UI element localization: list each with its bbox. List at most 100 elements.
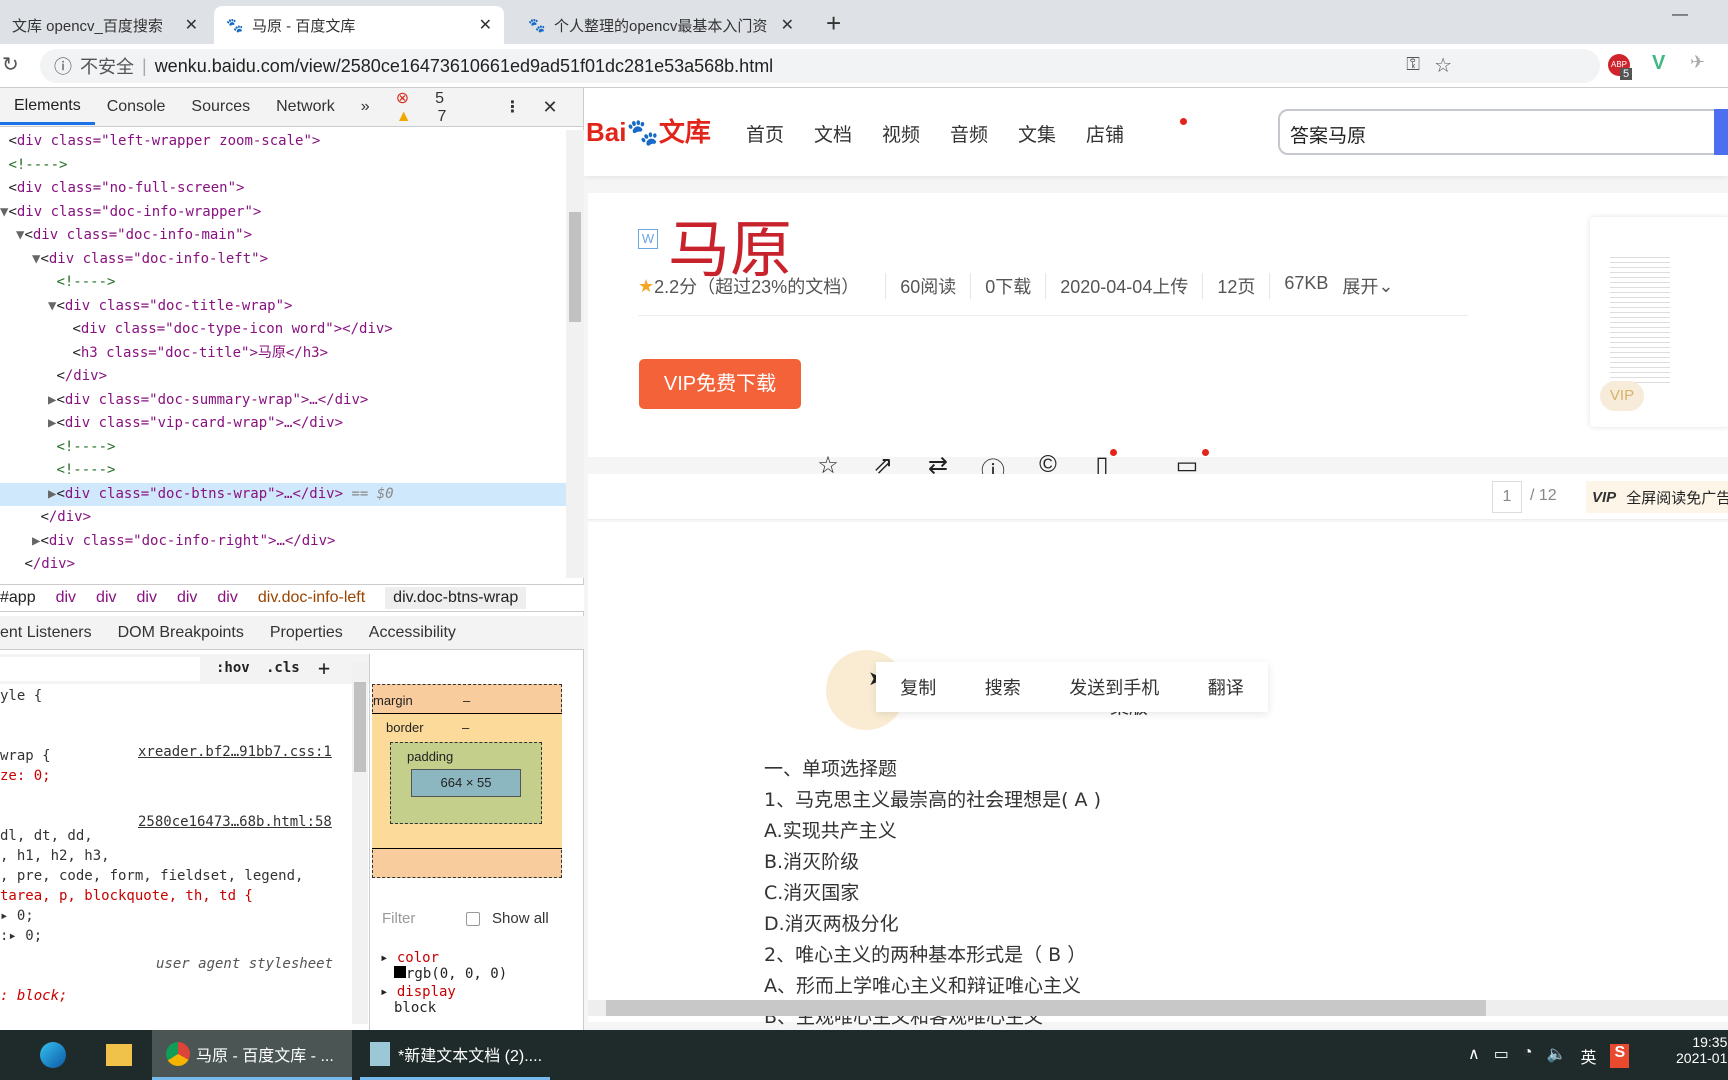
dom-node[interactable]: ▼<div class="doc-info-main"> [0,224,566,248]
style-line[interactable] [0,788,369,808]
devtools-menu-icon[interactable]: ⋮ [504,97,520,117]
baidu-wenku-logo[interactable]: Bai🐾文库 [586,112,711,149]
style-line[interactable]: ▸ 0; [0,908,369,928]
styles-scrollbar[interactable] [352,662,368,1024]
style-line[interactable]: yle { [0,688,369,708]
stylesheet-link[interactable]: xreader.bf2…91bb7.css:1 [138,744,332,760]
computed-filter-input[interactable]: Filter [382,910,415,927]
breadcrumb-item[interactable]: div.doc-info-left [258,589,365,607]
nav-item[interactable]: 店铺 [1086,120,1124,147]
dom-node[interactable]: ▶<div class="doc-summary-wrap">…</div> [0,389,566,413]
breadcrumb-item[interactable]: div [56,589,76,607]
nav-item[interactable]: 文集 [1018,120,1056,147]
dom-node[interactable]: ▶<div class="doc-btns-wrap">…</div> == $… [0,482,566,506]
stylesheet-link[interactable]: 2580ce16473…68b.html:58 [138,814,332,830]
computed-prop[interactable]: display [397,984,456,1000]
nav-item[interactable]: 文档 [814,120,852,147]
breadcrumb-item[interactable]: div [177,589,197,607]
bookmark-star-icon[interactable]: ☆ [1434,53,1452,78]
browser-tab[interactable]: 🐾 个人整理的opencv最基本入门资 ✕ [516,6,806,44]
breadcrumb-item[interactable]: div.doc-btns-wrap [385,587,527,609]
computed-prop[interactable]: color [397,950,439,966]
more-tabs-button[interactable]: » [361,98,370,116]
sogou-icon[interactable]: S [1610,1044,1630,1068]
dom-node[interactable]: </div> [0,553,566,577]
tab-console[interactable]: Console [107,98,166,116]
error-count[interactable]: 5 [435,90,444,107]
close-tab-icon[interactable]: ✕ [479,15,492,35]
search-button[interactable] [1714,109,1728,155]
dom-node[interactable]: </div> [0,506,566,530]
dom-node[interactable]: <div class="no-full-screen"> [0,177,566,201]
volume-icon[interactable]: 🔈 [1547,1044,1567,1068]
key-icon[interactable]: ⚿ [1406,54,1420,75]
vip-read-button[interactable]: VIP 全屏阅读免广告 [1586,481,1728,513]
browser-tab[interactable]: 文库 opencv_百度搜索 ✕ [0,6,210,44]
styles-filter-input[interactable] [0,657,200,681]
url-text[interactable]: wenku.baidu.com/view/2580ce16473610661ed… [155,56,774,77]
new-tab-button[interactable]: + [826,8,841,39]
dom-node[interactable]: ▼<div class="doc-info-left"> [0,248,566,272]
breadcrumb-item[interactable]: div [96,589,116,607]
dom-node[interactable]: <div class="left-wrapper zoom-scale"> [0,130,566,154]
style-line[interactable]: , h1, h2, h3, [0,848,369,868]
style-line[interactable]: :▸ 0; [0,928,369,948]
browser-tab-active[interactable]: 🐾 马原 - 百度文库 ✕ [214,6,504,44]
nav-item[interactable]: 首页 [746,120,784,147]
battery-icon[interactable]: ▭ [1494,1044,1509,1068]
breadcrumb-item[interactable]: #app [0,589,36,607]
subtab[interactable]: Properties [270,624,343,642]
new-style-rule-button[interactable]: + [318,656,330,680]
wifi-icon[interactable]: ◔ [1523,1044,1533,1068]
popup-item[interactable]: 复制 [900,674,936,700]
taskbar-notepad[interactable]: *新建文本文档 (2).... [360,1030,550,1080]
dom-node[interactable]: <!----> [0,459,566,483]
dom-node[interactable]: <!----> [0,154,566,178]
cls-toggle[interactable]: .cls [266,660,300,676]
style-line[interactable]: tarea, p, blockquote, th, td { [0,888,369,908]
minimize-button[interactable]: — [1672,6,1688,24]
info-icon[interactable]: ⓘ [54,53,72,79]
taskbar-chrome[interactable]: 马原 - 百度文库 - ... [152,1030,352,1080]
dom-node[interactable]: ▼<div class="doc-title-wrap"> [0,295,566,319]
vip-download-button[interactable]: VIP免费下载 [639,359,801,409]
tray-chevron-icon[interactable]: ∧ [1468,1044,1480,1068]
expand-button[interactable]: 展开 [1342,273,1378,299]
breadcrumb-item[interactable]: div [217,589,237,607]
omnibox[interactable]: ⓘ 不安全 | wenku.baidu.com/view/2580ce16473… [40,49,1600,83]
file-explorer-icon[interactable] [106,1044,132,1066]
subtab[interactable]: Accessibility [369,624,456,642]
doc-thumbnail[interactable]: VIP [1590,217,1728,427]
horizontal-scrollbar[interactable] [588,1000,1728,1016]
dom-node[interactable]: <h3 class="doc-title">马原</h3> [0,342,566,366]
search-input[interactable]: 答案马原 [1278,109,1728,155]
show-all-checkbox[interactable] [466,912,480,926]
nav-item[interactable]: 音频 [950,120,988,147]
style-line[interactable] [0,708,369,728]
dom-node[interactable]: </div> [0,365,566,389]
edge-icon[interactable] [40,1042,66,1068]
popup-item[interactable]: 翻译 [1208,674,1244,700]
tab-sources[interactable]: Sources [191,98,250,116]
elements-tree[interactable]: <div class="left-wrapper zoom-scale"> <!… [0,130,566,578]
chevron-down-icon[interactable]: ⌄ [1378,276,1393,297]
tab-elements[interactable]: Elements [0,89,95,125]
dom-node[interactable]: <!----> [0,436,566,460]
vue-devtools-icon[interactable]: V [1652,52,1665,75]
style-line[interactable]: ze: 0; [0,768,369,788]
dom-node[interactable]: <div class="doc-type-icon word"></div> [0,318,566,342]
subtab[interactable]: ent Listeners [0,624,92,642]
popup-item[interactable]: 搜索 [985,674,1021,700]
close-tab-icon[interactable]: ✕ [185,15,198,35]
ime-indicator[interactable]: 英 [1580,1044,1596,1068]
page-number-input[interactable]: 1 [1492,481,1522,513]
close-tab-icon[interactable]: ✕ [781,15,794,35]
breadcrumb-item[interactable]: div [137,589,157,607]
style-line[interactable]: dl, dt, dd, [0,828,369,848]
elements-scrollbar[interactable] [566,130,584,578]
dom-node[interactable]: ▼<div class="doc-info-wrapper"> [0,201,566,225]
tab-network[interactable]: Network [276,98,335,116]
dom-node[interactable]: ▶<div class="doc-info-right">…</div> [0,530,566,554]
dom-node[interactable]: <!----> [0,271,566,295]
dom-node[interactable]: ▶<div class="vip-card-wrap">…</div> [0,412,566,436]
